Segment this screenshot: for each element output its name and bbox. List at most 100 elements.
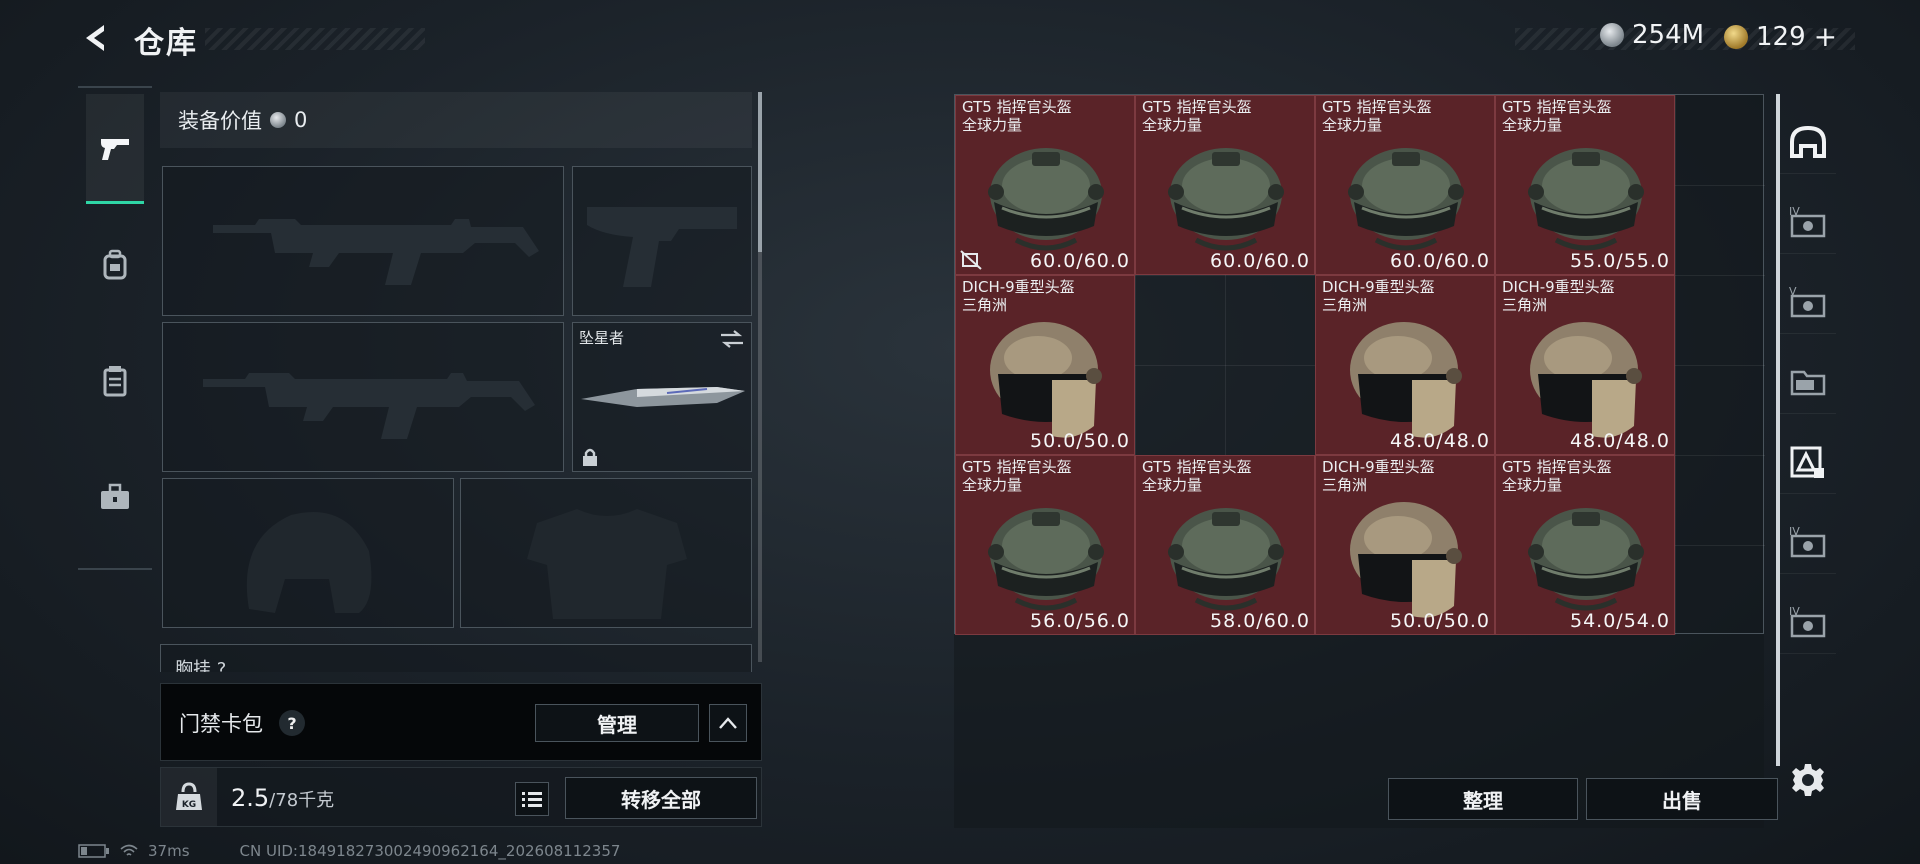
- back-arrow-icon: [86, 25, 104, 51]
- dich-9-helmet-icon: [1530, 322, 1642, 438]
- list-view-button[interactable]: [515, 782, 549, 816]
- item-faction: 全球力量: [1142, 476, 1203, 494]
- item-gt5-helmet[interactable]: GT5 指挥官头盔 全球力量 60.0/60.0: [1135, 95, 1315, 275]
- tier-label: IV: [1789, 525, 1800, 538]
- dich-9-helmet-icon: [1350, 322, 1462, 438]
- tab-mixed-category[interactable]: [1780, 430, 1836, 494]
- access-card-label: 门禁卡包: [179, 712, 263, 736]
- item-name: GT5 指挥官头盔: [1322, 98, 1432, 116]
- item-faction: 全球力量: [1502, 116, 1563, 134]
- storage-category-rail: IV V IV IV: [1780, 94, 1836, 824]
- item-faction: 三角洲: [1322, 476, 1368, 494]
- collapse-button[interactable]: [709, 704, 747, 742]
- tab-backpack[interactable]: [86, 210, 144, 320]
- loadout-category-rail: [78, 86, 152, 570]
- page-title: 仓库: [134, 26, 198, 61]
- item-gt5-helmet[interactable]: GT5 指挥官头盔 全球力量 54.0/54.0: [1495, 455, 1675, 635]
- tier-iv-card-icon: IV: [1789, 205, 1826, 237]
- tier-iv-card-icon: IV: [1789, 525, 1826, 557]
- swap-icon[interactable]: [719, 329, 745, 349]
- add-currency-button[interactable]: +: [1814, 20, 1837, 53]
- silver-amount: 254M: [1632, 20, 1705, 50]
- item-faction: 三角洲: [1322, 296, 1368, 314]
- gear-icon: [1792, 764, 1824, 796]
- item-gt5-helmet[interactable]: GT5 指挥官头盔 全球力量 60.0/60.0: [955, 95, 1135, 275]
- tab-tier-v[interactable]: V: [1780, 270, 1836, 334]
- transfer-all-button[interactable]: 转移全部: [565, 777, 757, 819]
- battery-icon: [78, 844, 109, 858]
- tab-tier-iv-1[interactable]: IV: [1780, 190, 1836, 254]
- backpack-icon: [103, 249, 127, 280]
- tab-tier-iv-3[interactable]: IV: [1780, 590, 1836, 654]
- back-button[interactable]: [78, 20, 114, 56]
- tier-label: IV: [1789, 605, 1800, 618]
- item-name: GT5 指挥官头盔: [1142, 98, 1252, 116]
- item-name: DICH-9重型头盔: [1322, 278, 1435, 296]
- weight-icon: KG: [161, 768, 217, 826]
- loadout-scrollbar-thumb[interactable]: [758, 92, 762, 252]
- dich-9-helmet-icon: [1350, 502, 1462, 618]
- ping-value: 37ms: [148, 842, 190, 860]
- access-card-help-button[interactable]: ?: [279, 710, 305, 736]
- rifle-silhouette-icon: [203, 373, 535, 439]
- gt5-helmet-icon: [1528, 148, 1644, 251]
- item-gt5-helmet[interactable]: GT5 指挥官头盔 全球力量 56.0/56.0: [955, 455, 1135, 635]
- tab-helmet-category[interactable]: [1780, 110, 1836, 174]
- title-decoration: [205, 28, 425, 50]
- equipment-value-row: 装备价值 0: [160, 92, 752, 148]
- storage-grid[interactable]: GT5 指挥官头盔 全球力量 60.0/60.0 GT5 指挥官头盔 全球力量 60.0/…: [954, 94, 1765, 635]
- item-durability: 60.0/60.0: [1029, 250, 1130, 272]
- item-gt5-helmet[interactable]: GT5 指挥官头盔 全球力量 60.0/60.0: [1315, 95, 1495, 275]
- item-faction: 全球力量: [1502, 476, 1563, 494]
- tab-folder[interactable]: [1780, 350, 1836, 414]
- item-faction: 全球力量: [1142, 116, 1203, 134]
- item-dich-9-helmet[interactable]: DICH-9重型头盔 三角洲 50.0/50.0: [955, 275, 1135, 455]
- item-dich-9-helmet[interactable]: DICH-9重型头盔 三角洲 48.0/48.0: [1495, 275, 1675, 455]
- gold-coin-icon: [1724, 24, 1748, 49]
- tier-v-card-icon: V: [1789, 285, 1826, 317]
- tab-weapons[interactable]: [86, 94, 144, 204]
- rifle-silhouette-icon: [213, 219, 539, 285]
- melee-name: 坠星者: [579, 329, 625, 347]
- loadout-panel: 装备价值 0 坠星者 胸挂 ?: [160, 92, 762, 672]
- item-durability: 50.0/50.0: [1389, 610, 1490, 632]
- currency-silver: 254M: [1600, 20, 1704, 50]
- currency-gold[interactable]: 129 +: [1724, 20, 1837, 53]
- helmet-slot[interactable]: [162, 478, 454, 628]
- item-name: DICH-9重型头盔: [1502, 278, 1615, 296]
- secondary-weapon-slot[interactable]: [162, 322, 564, 472]
- item-dich-9-helmet[interactable]: DICH-9重型头盔 三角洲 48.0/48.0: [1315, 275, 1495, 455]
- gt5-helmet-icon: [1348, 148, 1464, 251]
- item-name: GT5 指挥官头盔: [1502, 98, 1612, 116]
- kg-text: KG: [182, 800, 196, 810]
- item-name: DICH-9重型头盔: [962, 278, 1075, 296]
- sell-button[interactable]: 出售: [1586, 778, 1778, 820]
- settings-button[interactable]: [1790, 762, 1826, 802]
- melee-slot[interactable]: 坠星者: [572, 322, 752, 472]
- gold-amount: 129: [1756, 21, 1806, 52]
- primary-weapon-slot[interactable]: [162, 166, 564, 316]
- dich-9-helmet-icon: [990, 322, 1102, 438]
- tab-case[interactable]: [86, 442, 144, 552]
- item-durability: 55.0/55.0: [1569, 250, 1670, 272]
- equipment-value: 0: [294, 108, 308, 132]
- item-gt5-helmet[interactable]: GT5 指挥官头盔 全球力量 55.0/55.0: [1495, 95, 1675, 275]
- tab-vest[interactable]: [86, 326, 144, 436]
- chest-rig-row[interactable]: 胸挂 ?: [160, 644, 752, 672]
- gt5-helmet-icon: [1168, 508, 1284, 611]
- pistol-icon: [101, 138, 129, 160]
- item-dich-9-helmet[interactable]: DICH-9重型头盔 三角洲 50.0/50.0: [1315, 455, 1495, 635]
- item-durability: 60.0/60.0: [1389, 250, 1490, 272]
- sort-button[interactable]: 整理: [1388, 778, 1578, 820]
- item-faction: 三角洲: [1502, 296, 1548, 314]
- kettlebell-icon: KG: [176, 782, 202, 810]
- tier-label: IV: [1789, 205, 1800, 218]
- pistol-silhouette-icon: [587, 207, 737, 287]
- tab-tier-iv-2[interactable]: IV: [1780, 510, 1836, 574]
- manage-button[interactable]: 管理: [535, 704, 699, 742]
- chevron-up-icon: [719, 717, 737, 729]
- armor-slot[interactable]: [460, 478, 752, 628]
- item-gt5-helmet[interactable]: GT5 指挥官头盔 全球力量 58.0/60.0: [1135, 455, 1315, 635]
- pistol-slot[interactable]: [572, 166, 752, 316]
- weight-max: /78千克: [269, 790, 335, 811]
